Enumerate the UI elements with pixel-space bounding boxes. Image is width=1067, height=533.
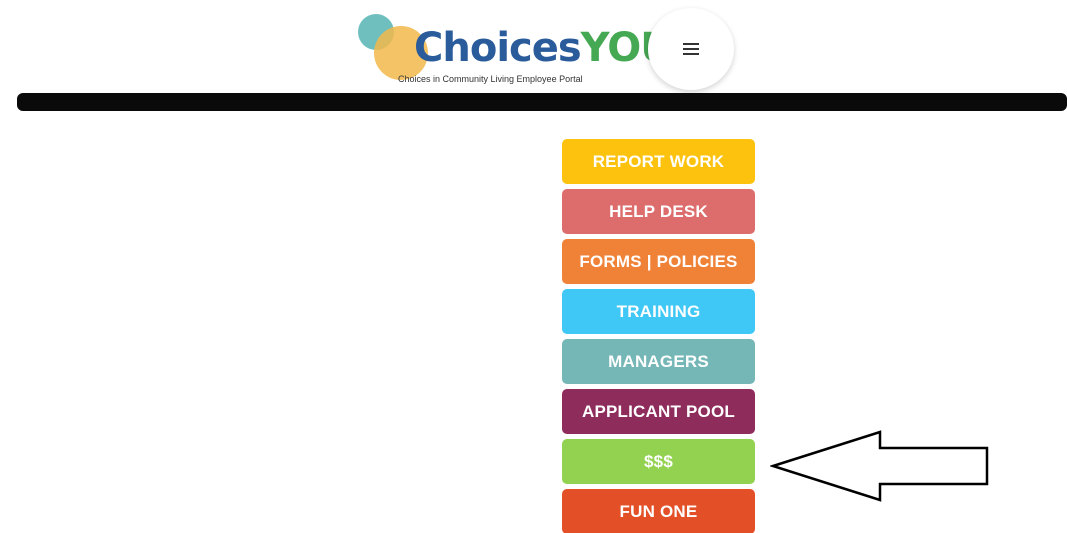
left-arrow-outline-icon [770,430,989,502]
hamburger-icon [683,43,699,55]
money-button[interactable]: $$$ [562,439,755,484]
portal-menu: REPORT WORK HELP DESK FORMS | POLICIES T… [562,139,755,533]
managers-button[interactable]: MANAGERS [562,339,755,384]
forms-policies-button[interactable]: FORMS | POLICIES [562,239,755,284]
brand-part-choices: Choices [414,25,582,71]
choicesyou-logo[interactable]: ChoicesYOU Choices in Community Living E… [352,10,673,92]
applicant-pool-button[interactable]: APPLICANT POOL [562,389,755,434]
training-button[interactable]: TRAINING [562,289,755,334]
nav-bar [17,93,1067,111]
report-work-button[interactable]: REPORT WORK [562,139,755,184]
page: ChoicesYOU Choices in Community Living E… [0,0,1067,533]
help-desk-button[interactable]: HELP DESK [562,189,755,234]
fun-one-button[interactable]: FUN ONE [562,489,755,533]
logo-tagline: Choices in Community Living Employee Por… [398,74,583,84]
brand-name: ChoicesYOU [414,24,673,72]
hamburger-menu-button[interactable] [648,8,734,90]
